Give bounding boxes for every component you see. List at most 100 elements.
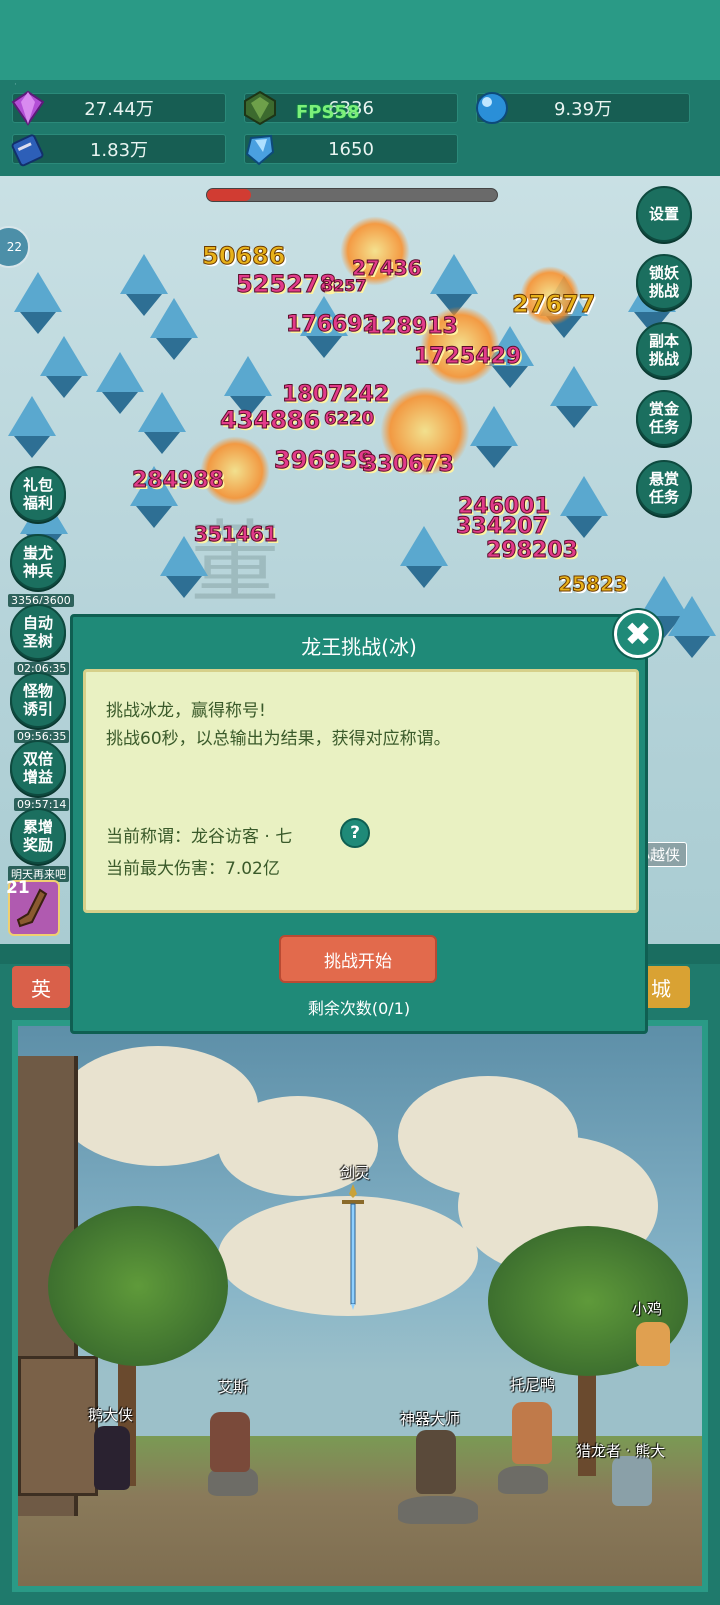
- damage-number: 6220: [323, 408, 375, 430]
- max-damage-text: 当前最大伤害：7.02亿: [106, 859, 280, 879]
- double-boost-button[interactable]: 双倍增益: [10, 740, 66, 796]
- aisi-npc[interactable]: [210, 1412, 250, 1472]
- remaining-attempts: 剩余次数(0/1): [307, 999, 411, 1018]
- damage-number: 284988: [132, 468, 225, 494]
- ice-monster: [150, 298, 198, 360]
- sword-spirit[interactable]: [338, 1184, 368, 1310]
- start-challenge-button[interactable]: 挑战开始: [279, 935, 437, 983]
- damage-number: 27677: [512, 290, 596, 319]
- aisi-name: 艾斯: [218, 1378, 249, 1396]
- gem-value: 27.44万: [84, 99, 154, 120]
- gift-label: 礼包福利: [22, 476, 53, 512]
- lock-demon-challenge-button[interactable]: 锁妖挑战: [636, 254, 692, 310]
- artifact-master-name: 神器大师: [400, 1410, 461, 1428]
- ice-monster: [668, 596, 716, 658]
- book-value: 1.83万: [89, 140, 149, 161]
- reward-label: 悬赏任务: [648, 470, 679, 506]
- damage-number: 330673: [362, 452, 455, 478]
- accumulate-label: 累增奖励: [22, 818, 53, 854]
- damage-number: 176692: [286, 312, 379, 338]
- boss-health-bar: [206, 188, 498, 202]
- hero-tab-label: 英: [31, 976, 51, 1001]
- hero-tab[interactable]: 英: [12, 966, 70, 1008]
- rock: [398, 1496, 478, 1524]
- hut: [18, 1356, 98, 1496]
- chick-name: 小鸡: [632, 1300, 663, 1318]
- gem-counter[interactable]: 27.44万: [11, 90, 226, 126]
- damage-number: 334207: [456, 514, 549, 540]
- tony-duck-name: 托尼鸭: [510, 1376, 556, 1394]
- orb-counter[interactable]: 9.39万: [476, 92, 690, 124]
- purple-gem-icon: [11, 90, 45, 126]
- dragon-hunter-name: 猎龙者 · 熊大: [576, 1442, 666, 1460]
- weapon-label: 蚩尤神兵: [22, 544, 53, 580]
- damage-number: 25823: [558, 572, 629, 597]
- double-label: 双倍增益: [22, 750, 53, 786]
- ice-monster: [550, 366, 598, 428]
- ice-monster: [430, 254, 478, 316]
- book-counter[interactable]: 1.83万: [11, 134, 226, 167]
- chick-npc[interactable]: [636, 1322, 670, 1366]
- camp-scene: 剑灵 鹅大侠 艾斯 神器大师 托尼鸭 小鸡 猎龙者 · 熊大: [12, 1020, 708, 1592]
- dialog-line-2: 挑战60秒，以总输出为结果，获得对应称谓。: [106, 729, 451, 749]
- divine-weapon-button[interactable]: 蚩尤神兵: [10, 534, 66, 590]
- green-stone-icon: [244, 90, 276, 126]
- damage-number: 50686: [202, 242, 286, 271]
- bounty-label: 赏金任务: [648, 400, 679, 436]
- damage-number: 298203: [486, 538, 579, 564]
- monster-lure-button[interactable]: 怪物诱引: [10, 672, 66, 728]
- blue-book-icon: [11, 134, 44, 167]
- dialog-title: 龙王挑战(冰): [301, 635, 417, 659]
- tony-duck[interactable]: [512, 1402, 552, 1464]
- ice-monster: [120, 254, 168, 316]
- round-badge-value: 22: [6, 240, 22, 254]
- crystal-counter[interactable]: 1650: [244, 134, 458, 166]
- dungeon-challenge-button[interactable]: 副本挑战: [636, 322, 692, 378]
- settings-label: 设置: [648, 205, 679, 223]
- help-button[interactable]: ?: [340, 818, 370, 848]
- ice-monster: [138, 392, 186, 454]
- auto-tree-button[interactable]: 自动圣树: [10, 604, 66, 660]
- city-tab-label: 城: [651, 976, 671, 1001]
- ice-monster: [8, 396, 56, 458]
- dragon-hunter-bear[interactable]: [612, 1456, 652, 1506]
- auto-tree-label: 自动圣树: [22, 614, 53, 650]
- tree: [48, 1206, 228, 1366]
- damage-number: 396959: [273, 446, 375, 475]
- close-icon: ✖: [624, 615, 652, 653]
- level-badge: 21: [6, 878, 30, 898]
- goose-hero[interactable]: [94, 1426, 130, 1490]
- lure-label: 怪物诱引: [22, 682, 53, 718]
- help-icon: ?: [350, 823, 360, 843]
- ice-monster: [40, 336, 88, 398]
- artifact-master[interactable]: [416, 1430, 456, 1494]
- accumulate-reward-button[interactable]: 累增奖励: [10, 808, 66, 864]
- dialog-content: 挑战冰龙，赢得称号! 挑战60秒，以总输出为结果，获得对应称谓。 当前称谓：龙谷…: [83, 669, 639, 913]
- rock: [498, 1466, 548, 1494]
- ice-monster: [96, 352, 144, 414]
- close-dialog-button[interactable]: ✖: [614, 610, 662, 658]
- start-challenge-label: 挑战开始: [324, 951, 392, 972]
- ice-monster: [14, 272, 62, 334]
- settings-button[interactable]: 设置: [636, 186, 692, 242]
- ice-monster: [224, 356, 272, 418]
- damage-number: 1725429: [413, 344, 522, 370]
- damage-number: 128913: [366, 314, 459, 340]
- crystal-value: 1650: [328, 138, 374, 160]
- bounty-task-button[interactable]: 赏金任务: [636, 390, 692, 446]
- reward-task-button[interactable]: 悬赏任务: [636, 460, 692, 516]
- lock-demon-label: 锁妖挑战: [648, 264, 679, 300]
- current-title-text: 当前称谓：龙谷访客 · 七: [106, 827, 293, 847]
- boss-health-fill: [207, 189, 251, 201]
- blue-crystal-icon: [245, 134, 275, 166]
- damage-number: 1807242: [281, 382, 390, 408]
- dialog-line-1: 挑战冰龙，赢得称号!: [106, 701, 266, 721]
- goose-hero-name: 鹅大侠: [88, 1406, 134, 1424]
- gift-welfare-button[interactable]: 礼包福利: [10, 466, 66, 522]
- damage-number: 27436: [352, 256, 423, 281]
- dragon-king-challenge-dialog: 龙王挑战(冰) 挑战冰龙，赢得称号! 挑战60秒，以总输出为结果，获得对应称谓。…: [70, 614, 648, 1034]
- status-bar-area: [0, 0, 720, 80]
- blue-orb-icon: [476, 92, 508, 124]
- ice-monster: [560, 476, 608, 538]
- damage-number: 434886: [219, 406, 321, 435]
